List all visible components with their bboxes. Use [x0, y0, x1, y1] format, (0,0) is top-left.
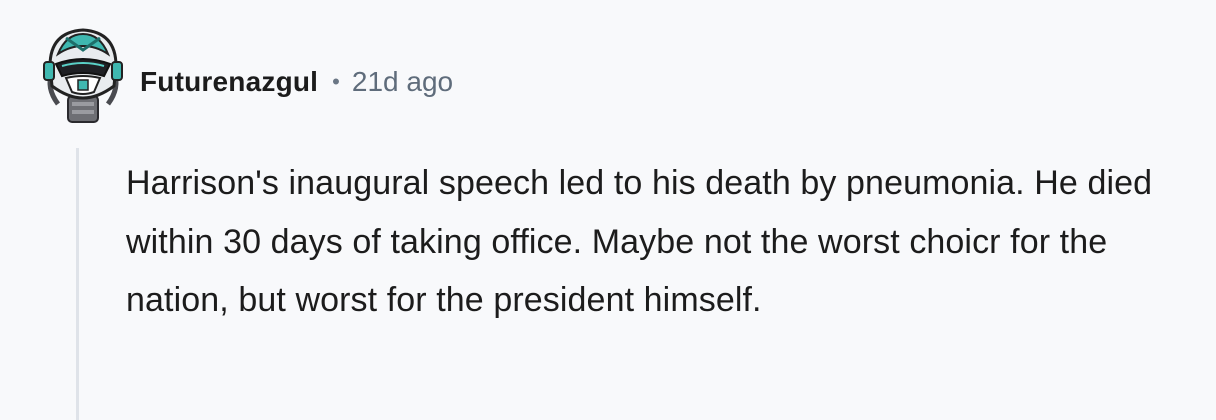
username-link[interactable]: Futurenazgul [140, 66, 318, 98]
comment: Futurenazgul • 21d ago Harrison's inaugu… [0, 0, 1216, 420]
thread-line[interactable] [76, 148, 79, 420]
meta-separator: • [332, 69, 340, 94]
comment-body: Harrison's inaugural speech led to his d… [126, 164, 1153, 319]
robot-avatar-icon [43, 28, 123, 123]
avatar[interactable] [38, 24, 128, 128]
timestamp-link[interactable]: 21d ago [352, 66, 453, 98]
comment-meta: Futurenazgul • 21d ago [140, 62, 453, 102]
